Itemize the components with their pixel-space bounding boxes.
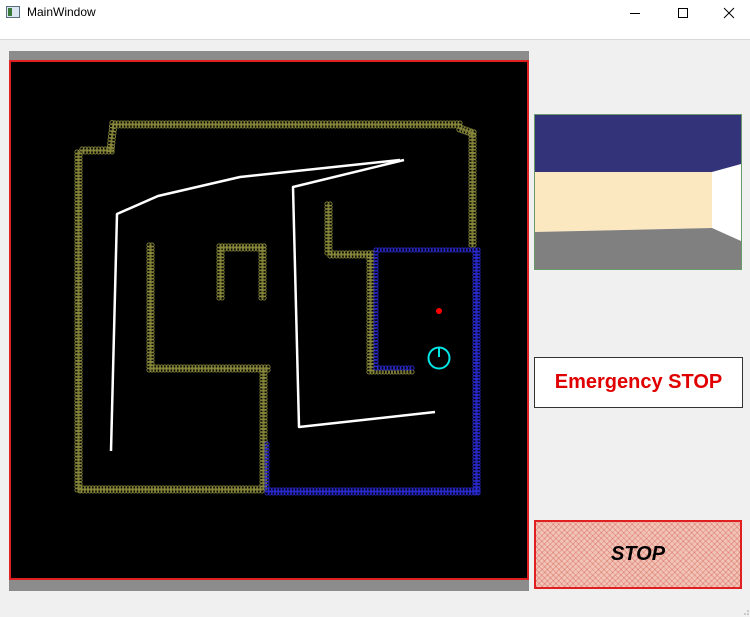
maximize-button[interactable] xyxy=(660,0,706,26)
camera-scene xyxy=(535,115,741,269)
stop-button-label: STOP xyxy=(610,543,666,565)
resize-grip-icon[interactable] xyxy=(743,609,749,615)
camera-view xyxy=(534,114,742,270)
emergency-stop-label: Emergency STOP xyxy=(534,357,743,408)
map-view xyxy=(74,120,481,496)
minimize-icon xyxy=(630,13,640,14)
close-button[interactable] xyxy=(706,0,750,26)
robot-icon xyxy=(427,346,451,370)
map-canvas[interactable] xyxy=(9,60,529,580)
minimize-button[interactable] xyxy=(612,0,658,26)
stop-button[interactable]: STOP xyxy=(534,520,742,589)
app-icon xyxy=(6,6,20,18)
maximize-icon xyxy=(678,8,688,18)
robot-path-right xyxy=(291,158,436,429)
menu-bar xyxy=(0,26,750,40)
obstacle-map xyxy=(74,120,477,494)
window-title: MainWindow xyxy=(27,5,96,19)
title-bar: MainWindow xyxy=(0,0,750,26)
goal-marker xyxy=(436,308,442,314)
close-icon xyxy=(723,7,735,19)
